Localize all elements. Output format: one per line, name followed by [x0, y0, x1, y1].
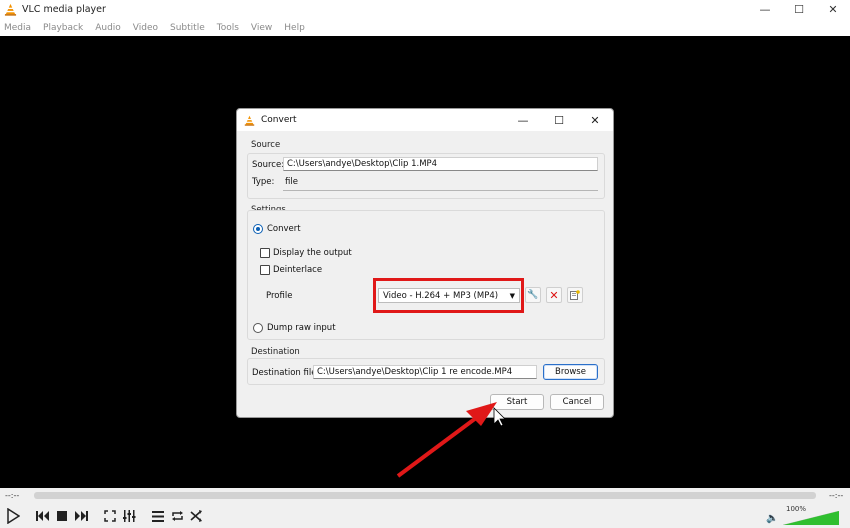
total-time: --:-- — [829, 491, 844, 500]
annotation-overlay — [396, 402, 506, 478]
elapsed-time: --:-- — [5, 491, 20, 500]
shuffle-button[interactable] — [187, 507, 205, 525]
fullscreen-icon — [104, 510, 116, 522]
mouse-cursor-icon — [493, 407, 506, 427]
playlist-button[interactable] — [149, 507, 167, 525]
playlist-icon — [152, 510, 164, 522]
loop-icon — [171, 511, 183, 521]
controls-bar: 🔈 100% — [0, 504, 850, 528]
next-button[interactable] — [72, 507, 90, 525]
next-icon — [75, 511, 88, 521]
volume-slider[interactable] — [783, 511, 839, 525]
fullscreen-button[interactable] — [101, 507, 119, 525]
seek-row: --:-- --:-- — [0, 488, 850, 504]
stop-button[interactable] — [53, 507, 71, 525]
previous-icon — [36, 511, 49, 521]
play-button[interactable] — [3, 507, 23, 525]
shuffle-icon — [189, 510, 202, 522]
loop-button[interactable] — [168, 507, 186, 525]
speaker-icon[interactable]: 🔈 — [766, 513, 778, 524]
play-icon — [7, 508, 20, 524]
equalizer-icon — [122, 510, 135, 522]
seek-slider[interactable] — [34, 492, 816, 499]
annotation-arrow-shaft — [396, 416, 478, 478]
extended-settings-button[interactable] — [120, 507, 138, 525]
stop-icon — [57, 511, 67, 521]
previous-button[interactable] — [34, 507, 52, 525]
